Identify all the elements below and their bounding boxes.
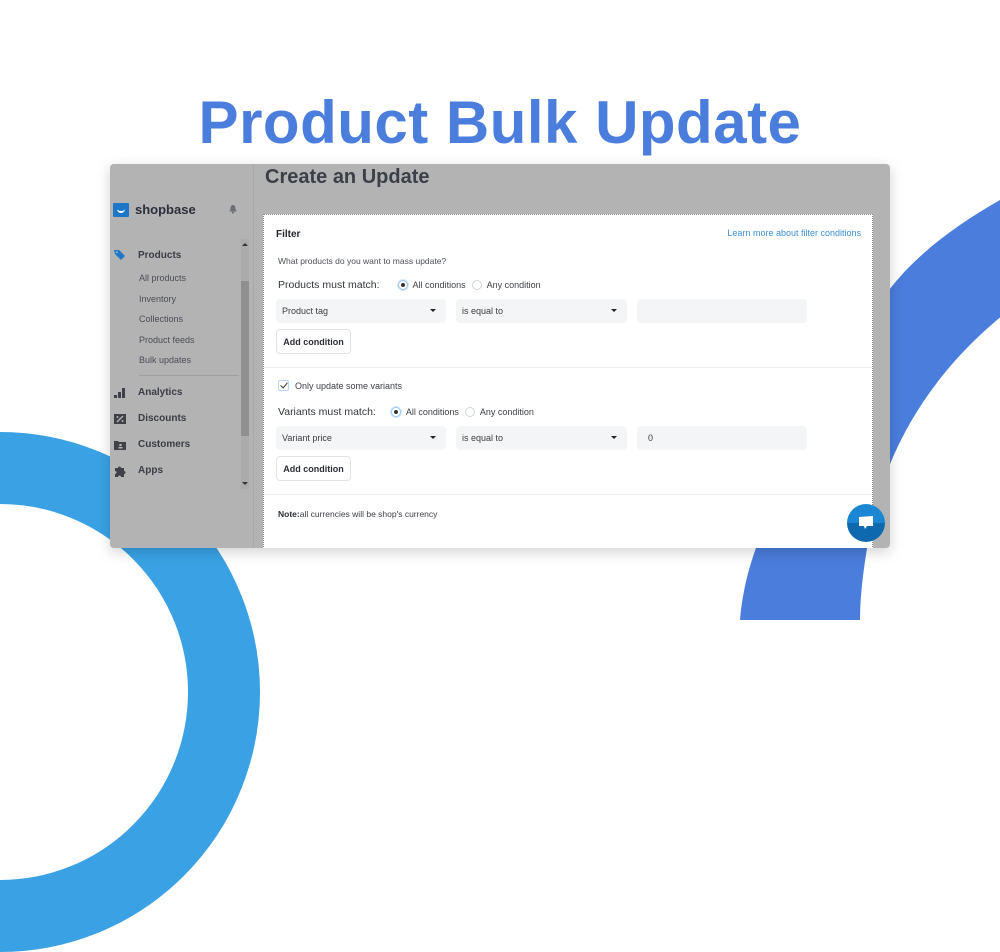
sidebar-item-products[interactable]: Products bbox=[110, 242, 240, 268]
checkbox-checked[interactable] bbox=[278, 380, 289, 391]
filter-question: What products do you want to mass update… bbox=[278, 256, 447, 266]
sidebar-subitem-all-products[interactable]: All products bbox=[110, 268, 240, 289]
sidebar-item-label: Analytics bbox=[138, 387, 183, 398]
product-value-input[interactable] bbox=[637, 299, 807, 323]
bar-chart-icon bbox=[114, 387, 125, 398]
sidebar-item-customers[interactable]: Customers bbox=[110, 432, 240, 458]
variant-operator-select[interactable]: is equal to bbox=[456, 426, 627, 450]
customer-folder-icon bbox=[114, 440, 126, 450]
section-divider bbox=[264, 494, 872, 495]
brand-logo[interactable]: shopbase bbox=[113, 202, 196, 217]
tags-icon bbox=[114, 250, 125, 260]
sidebar-subitem-bulk-updates[interactable]: Bulk updates bbox=[110, 350, 240, 371]
app-window: shopbase Products All products Inventory… bbox=[110, 164, 890, 548]
add-condition-button[interactable]: Add condition bbox=[276, 329, 351, 354]
sidebar-item-label: Customers bbox=[138, 439, 191, 450]
chat-widget-button[interactable] bbox=[847, 504, 885, 542]
select-value: is equal to bbox=[462, 433, 504, 443]
sidebar-item-analytics[interactable]: Analytics bbox=[110, 380, 240, 406]
select-value: Product tag bbox=[282, 306, 329, 316]
variants-match-any-radio[interactable]: Any condition bbox=[464, 407, 534, 417]
variants-match-row: Variants must match: All conditions Any … bbox=[278, 406, 534, 418]
sidebar-item-label: Discounts bbox=[138, 413, 187, 424]
product-operator-select[interactable]: is equal to bbox=[456, 299, 627, 323]
add-variant-condition-button[interactable]: Add condition bbox=[276, 456, 351, 481]
learn-more-link[interactable]: Learn more about filter conditions bbox=[727, 228, 861, 238]
radio-unselected[interactable] bbox=[464, 407, 475, 417]
shopbase-logo-icon bbox=[113, 202, 129, 217]
sidebar-divider bbox=[139, 374, 239, 376]
caret-down-icon bbox=[611, 436, 617, 439]
radio-unselected[interactable] bbox=[471, 280, 482, 290]
sidebar-subitem-collections[interactable]: Collections bbox=[110, 309, 240, 330]
filter-card: Filter Learn more about filter condition… bbox=[263, 214, 873, 548]
select-value: Variant price bbox=[282, 433, 332, 443]
radio-selected[interactable] bbox=[397, 280, 408, 290]
checkbox-label: Only update some variants bbox=[295, 380, 403, 391]
bell-icon[interactable] bbox=[228, 204, 238, 214]
note-label: Note: bbox=[278, 509, 300, 519]
radio-label: Any condition bbox=[479, 407, 534, 417]
variants-match-label: Variants must match: bbox=[278, 406, 376, 418]
sidebar-subitem-inventory[interactable]: Inventory bbox=[110, 289, 240, 310]
sidebar: shopbase Products All products Inventory… bbox=[110, 164, 254, 548]
products-match-row: Products must match: All conditions Any … bbox=[278, 279, 541, 291]
variant-value-input[interactable]: 0 bbox=[637, 426, 807, 450]
sidebar-item-label: Products bbox=[138, 249, 182, 261]
scroll-down-arrow-icon[interactable] bbox=[242, 482, 248, 485]
scrollbar-thumb[interactable] bbox=[241, 281, 249, 436]
brand-name: shopbase bbox=[135, 202, 196, 217]
products-match-label: Products must match: bbox=[278, 279, 380, 291]
variant-field-select[interactable]: Variant price bbox=[276, 426, 446, 450]
currency-note: Note:all currencies will be shop's curre… bbox=[278, 509, 437, 519]
filter-heading: Filter bbox=[276, 229, 301, 240]
chat-bubble-icon bbox=[859, 516, 873, 529]
variants-checkbox-row[interactable]: Only update some variants bbox=[278, 380, 402, 391]
sidebar-item-discounts[interactable]: Discounts bbox=[110, 406, 240, 432]
products-match-all-radio[interactable]: All conditions bbox=[397, 280, 466, 290]
caret-down-icon bbox=[430, 309, 436, 312]
product-field-select[interactable]: Product tag bbox=[276, 299, 446, 323]
sidebar-item-label: Apps bbox=[138, 465, 163, 476]
hero-title: Product Bulk Update bbox=[198, 89, 802, 157]
note-text: all currencies will be shop's currency bbox=[299, 509, 438, 519]
discount-icon bbox=[114, 413, 126, 424]
puzzle-icon bbox=[115, 466, 126, 477]
sidebar-subitem-product-feeds[interactable]: Product feeds bbox=[110, 330, 240, 351]
radio-label: Any condition bbox=[486, 280, 541, 290]
select-value: is equal to bbox=[462, 306, 504, 316]
sidebar-nav: Products All products Inventory Collecti… bbox=[110, 242, 240, 484]
scroll-up-arrow-icon[interactable] bbox=[242, 243, 248, 246]
caret-down-icon bbox=[611, 309, 617, 312]
sidebar-scrollbar[interactable] bbox=[241, 239, 249, 489]
sidebar-item-apps[interactable]: Apps bbox=[110, 458, 240, 484]
page-title: Create an Update bbox=[265, 166, 430, 188]
section-divider bbox=[264, 367, 872, 368]
variants-match-all-radio[interactable]: All conditions bbox=[390, 407, 459, 417]
radio-selected[interactable] bbox=[390, 407, 401, 417]
products-match-any-radio[interactable]: Any condition bbox=[471, 280, 541, 290]
radio-label: All conditions bbox=[405, 407, 459, 417]
radio-label: All conditions bbox=[412, 280, 466, 290]
caret-down-icon bbox=[430, 436, 436, 439]
